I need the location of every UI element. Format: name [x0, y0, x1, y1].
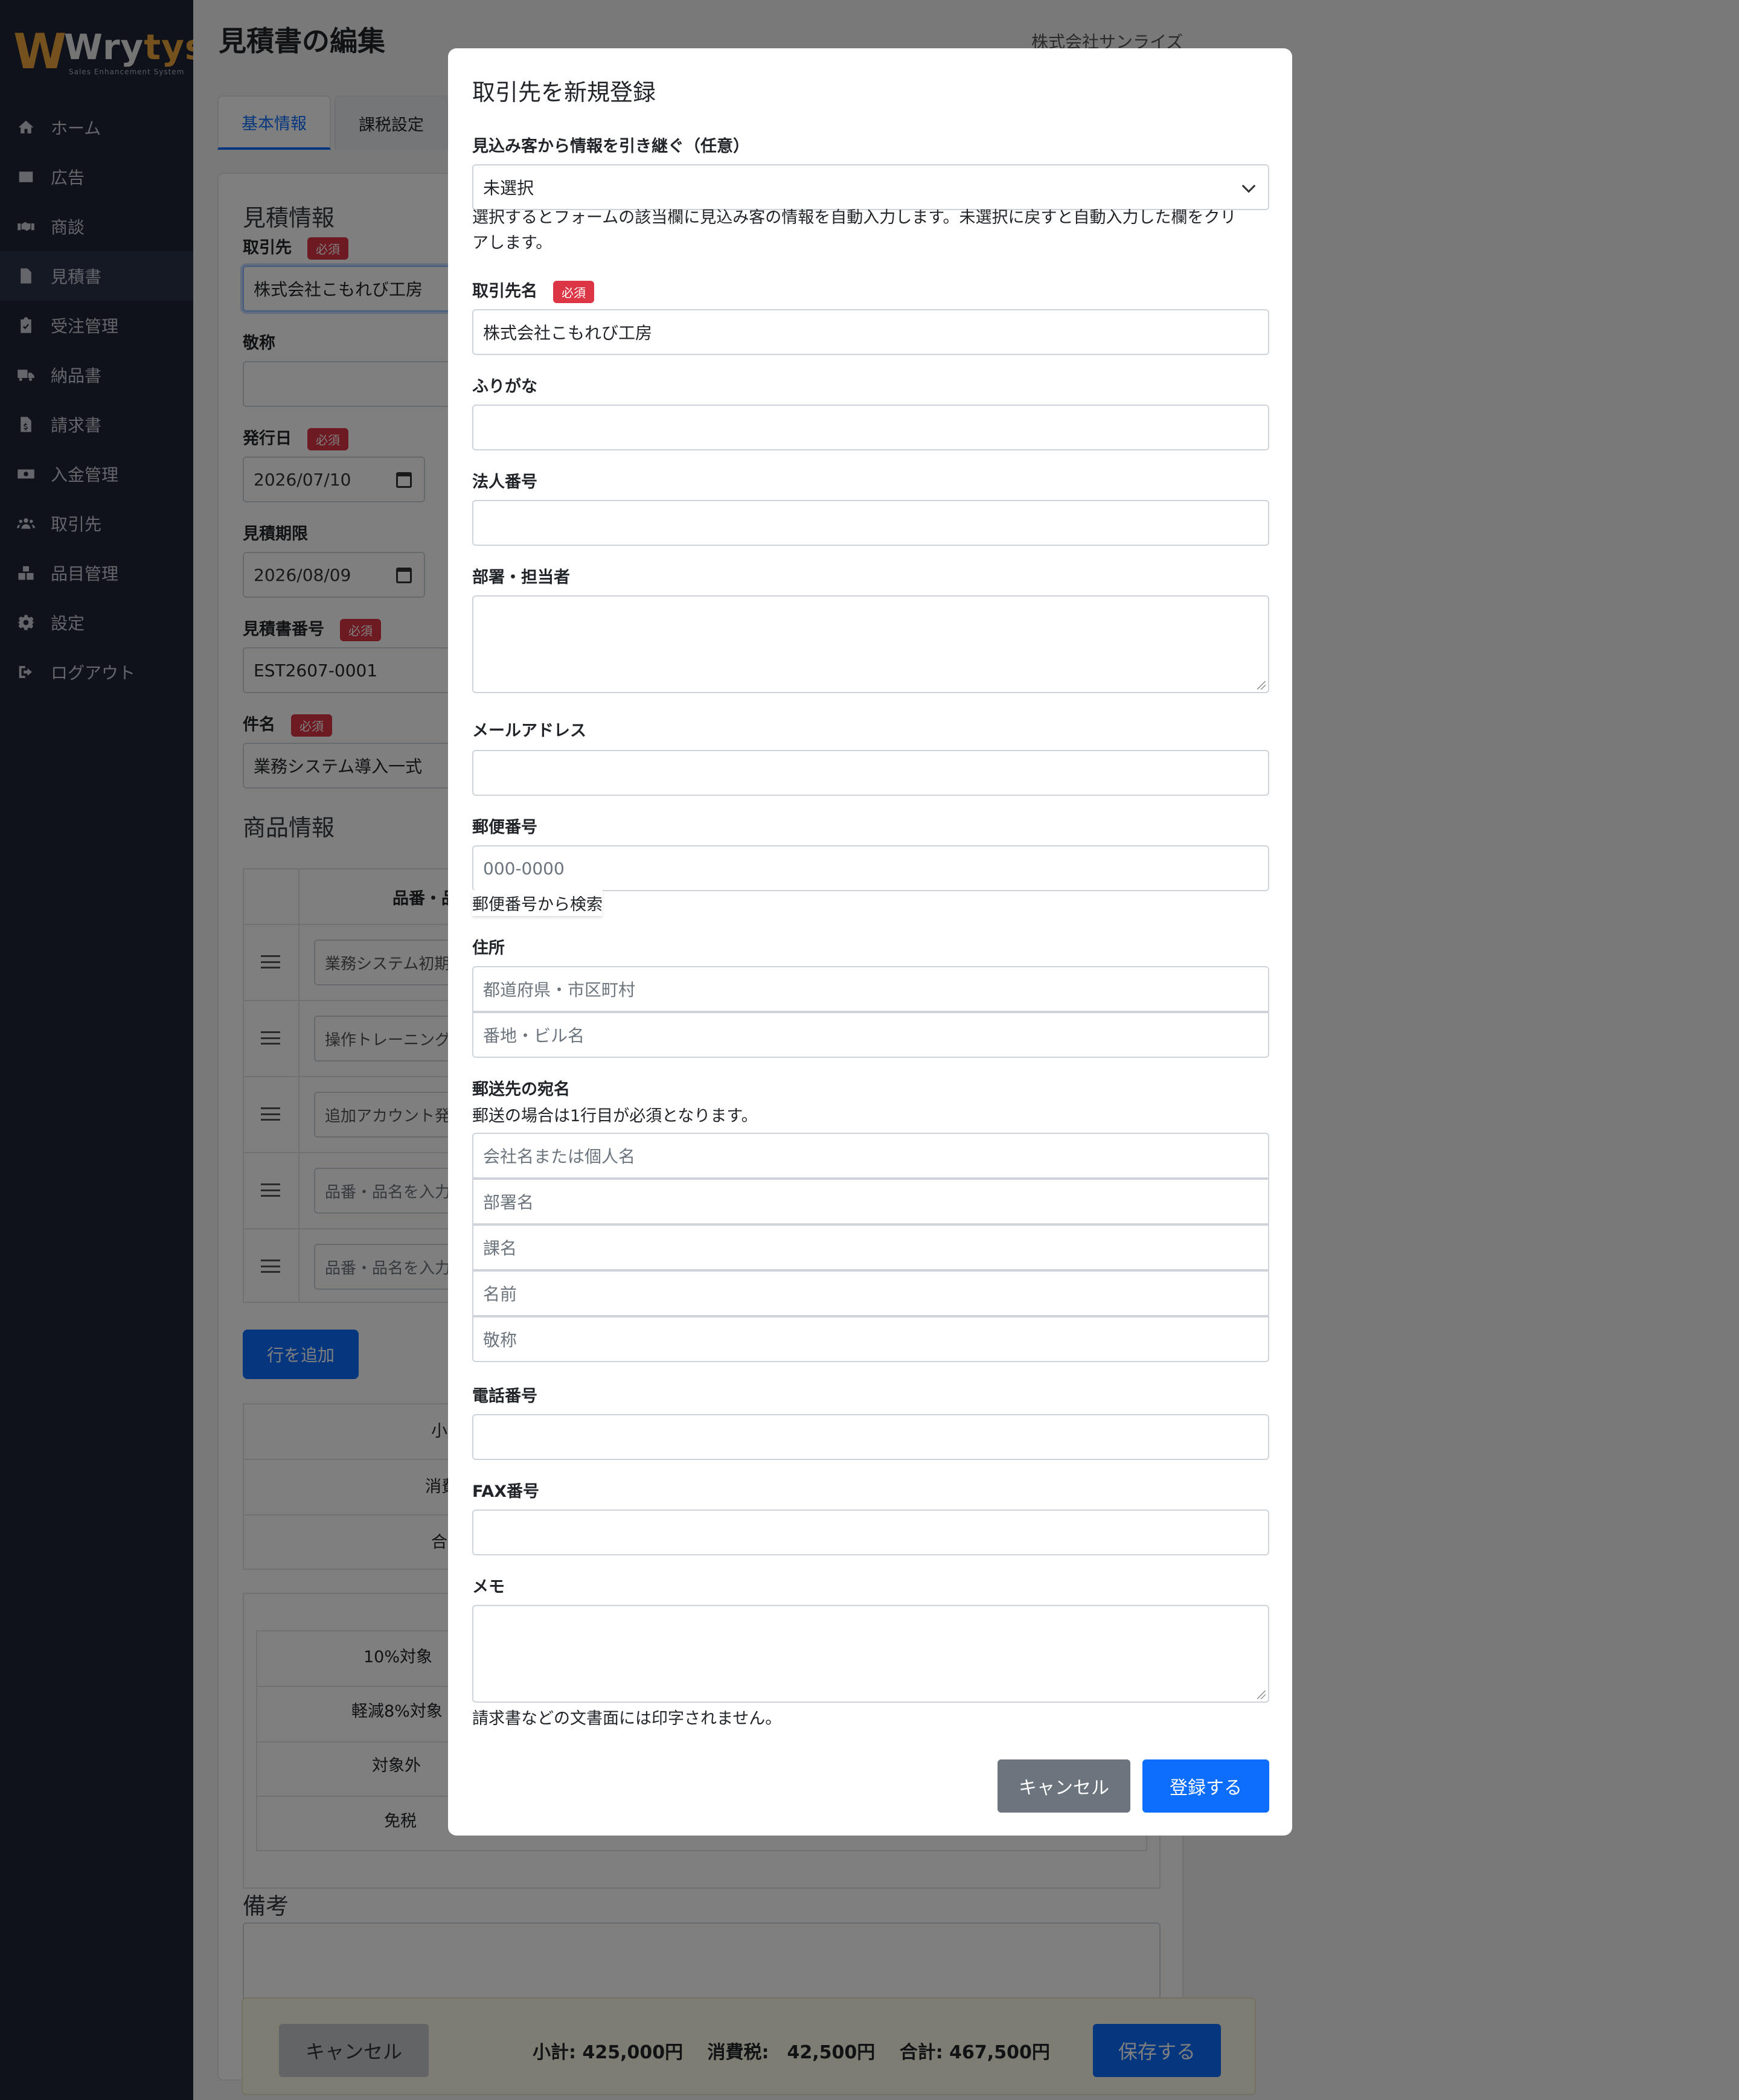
new-client-modal: 取引先を新規登録 見込み客から情報を引き継ぐ（任意） 未選択 選択するとフォーム… — [448, 48, 1292, 1836]
mailing-section-input[interactable]: 課名 — [472, 1224, 1269, 1270]
kana-label: ふりがな — [472, 377, 537, 396]
address2-input[interactable]: 番地・ビル名 — [472, 1012, 1269, 1058]
mailing-name-label: 郵送先の宛名 — [472, 1080, 570, 1099]
required-badge: 必須 — [553, 281, 594, 303]
address-label: 住所 — [472, 939, 505, 958]
kana-input[interactable] — [472, 405, 1269, 450]
lead-help-text: 選択するとフォームの該当欄に見込み客の情報を自動入力します。未選択に戻すと自動入… — [472, 208, 1237, 252]
department-contact-textarea[interactable] — [472, 595, 1269, 693]
client-name-input[interactable]: 株式会社こもれび工房 — [472, 309, 1269, 355]
mailing-honorific-input[interactable]: 敬称 — [472, 1316, 1269, 1362]
mailing-company-input[interactable]: 会社名または個人名 — [472, 1133, 1269, 1179]
mailing-department-input[interactable]: 部署名 — [472, 1179, 1269, 1224]
register-button[interactable]: 登録する — [1142, 1759, 1269, 1813]
modal-cancel-button[interactable]: キャンセル — [998, 1759, 1130, 1813]
email-input[interactable] — [472, 750, 1269, 796]
lead-select[interactable]: 未選択 — [472, 164, 1269, 210]
chevron-down-icon — [1241, 179, 1256, 193]
email-label: メールアドレス — [472, 722, 586, 740]
memo-label: メモ — [472, 1578, 505, 1596]
corporate-number-label: 法人番号 — [472, 473, 537, 491]
zip-input[interactable]: 000-0000 — [472, 845, 1269, 891]
fax-label: FAX番号 — [472, 1482, 540, 1501]
address1-input[interactable]: 都道府県・市区町村 — [472, 966, 1269, 1012]
department-contact-label: 部署・担当者 — [472, 568, 570, 587]
mailing-help-text: 郵送の場合は1行目が必須となります。 — [472, 1107, 758, 1125]
client-name-label: 取引先名 必須 — [472, 278, 594, 303]
modal-title: 取引先を新規登録 — [472, 79, 656, 106]
mailing-person-input[interactable]: 名前 — [472, 1270, 1269, 1316]
zip-search-link[interactable]: 郵便番号から検索 — [472, 890, 603, 916]
phone-label: 電話番号 — [472, 1387, 537, 1406]
memo-textarea[interactable] — [472, 1605, 1269, 1703]
zip-label: 郵便番号 — [472, 818, 537, 837]
phone-input[interactable] — [472, 1414, 1269, 1460]
corporate-number-input[interactable] — [472, 500, 1269, 546]
fax-input[interactable] — [472, 1509, 1269, 1555]
lead-import-label: 見込み客から情報を引き継ぐ（任意） — [472, 137, 749, 156]
memo-help-text: 請求書などの文書面には印字されません。 — [472, 1709, 782, 1728]
